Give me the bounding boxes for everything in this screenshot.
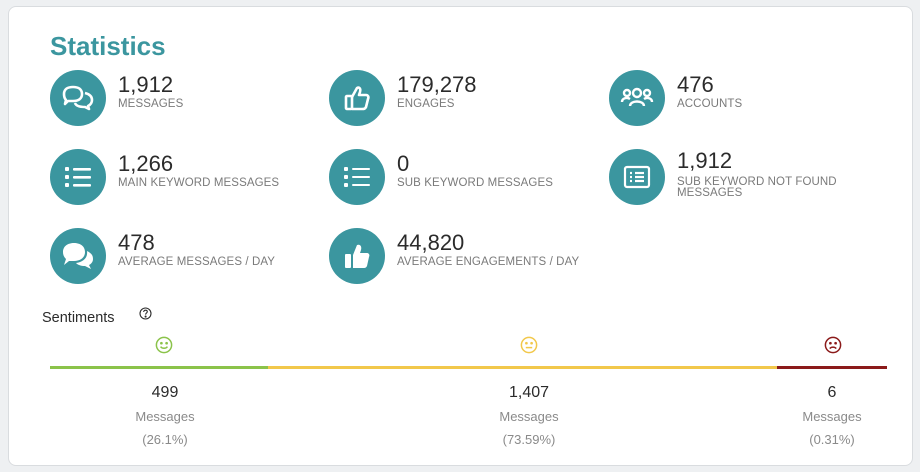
list-icon <box>329 149 385 205</box>
stat-messages: 1,912 MESSAGES <box>50 70 310 126</box>
stat-value: 1,912 <box>677 148 733 173</box>
positive-label: Messages <box>135 409 195 424</box>
positive-count: 499 <box>151 384 179 401</box>
stat-label: ENGAGES <box>397 98 455 110</box>
sentiments-title: Sentiments <box>42 310 115 326</box>
stat-value: 44,820 <box>397 230 465 255</box>
thumbs-up-solid-icon <box>329 228 385 284</box>
question-circle-icon[interactable] <box>139 307 152 325</box>
stat-accounts: 476 ACCOUNTS <box>609 70 869 126</box>
stat-sub-keyword-messages: 0 SUB KEYWORD MESSAGES <box>329 149 589 205</box>
neutral-percent: (73.59%) <box>502 432 556 447</box>
stat-value: 478 <box>118 230 155 255</box>
positive-percent: (26.1%) <box>142 432 188 447</box>
stat-value: 1,266 <box>118 151 174 176</box>
chat-bubbles-icon <box>50 70 106 126</box>
negative-percent: (0.31%) <box>809 432 855 447</box>
chat-solid-icon <box>50 228 106 284</box>
thumbs-up-icon <box>329 70 385 126</box>
neutral-face-icon <box>520 336 538 359</box>
sentiment-bar-negative <box>777 366 887 369</box>
stat-sub-keyword-not-found: 1,912 SUB KEYWORD NOT FOUND MESSAGES <box>609 148 869 205</box>
stat-label: MESSAGES <box>118 98 184 110</box>
neutral-label: Messages <box>499 409 559 424</box>
negative-label: Messages <box>802 409 862 424</box>
stat-average-messages-per-day: 478 AVERAGE MESSAGES / DAY <box>50 228 310 284</box>
stat-label: AVERAGE MESSAGES / DAY <box>118 256 276 268</box>
stat-value: 0 <box>397 151 410 176</box>
sentiment-bar-positive <box>50 366 269 369</box>
users-group-icon <box>609 70 665 126</box>
stat-label: MAIN KEYWORD MESSAGES <box>118 177 280 189</box>
stat-engages: 179,278 ENGAGES <box>329 70 589 126</box>
sentiment-bar-neutral <box>268 366 777 369</box>
negative-count: 6 <box>827 384 837 401</box>
stat-value: 1,912 <box>118 72 174 97</box>
stat-value: 179,278 <box>397 72 477 97</box>
stat-main-keyword-messages: 1,266 MAIN KEYWORD MESSAGES <box>50 149 310 205</box>
frown-icon <box>824 336 842 359</box>
stat-value: 476 <box>677 72 714 97</box>
stat-label: ACCOUNTS <box>677 98 743 110</box>
stat-label: SUB KEYWORD MESSAGES <box>397 177 554 189</box>
neutral-count: 1,407 <box>508 384 550 401</box>
stat-average-engagements-per-day: 44,820 AVERAGE ENGAGEMENTS / DAY <box>329 228 589 284</box>
page-title: Statistics <box>50 31 166 61</box>
stat-label: AVERAGE ENGAGEMENTS / DAY <box>397 256 580 268</box>
list-icon <box>50 149 106 205</box>
smile-icon <box>155 336 173 359</box>
stat-label: SUB KEYWORD NOT FOUND MESSAGES <box>677 176 837 199</box>
list-box-icon <box>609 149 665 205</box>
